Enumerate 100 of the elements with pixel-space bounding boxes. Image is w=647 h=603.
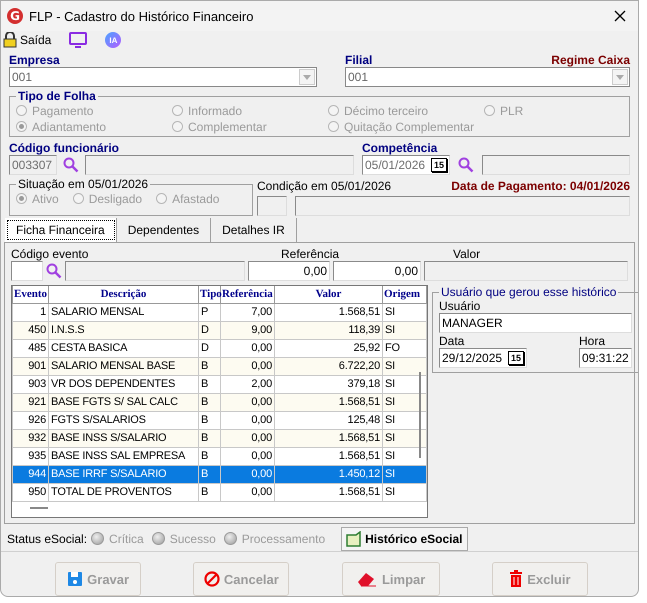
- table-cell[interactable]: 485: [12, 339, 48, 357]
- table-cell[interactable]: D: [198, 339, 220, 357]
- table-cell[interactable]: 9,00: [220, 321, 274, 339]
- table-cell[interactable]: B: [198, 429, 220, 447]
- table-cell[interactable]: 379,18: [274, 375, 382, 393]
- time-field[interactable]: 09:31:22: [579, 348, 632, 368]
- calendar-icon[interactable]: 15: [508, 351, 524, 365]
- table-cell[interactable]: BASE INSS SAL EMPRESA: [48, 447, 198, 465]
- table-cell[interactable]: 903: [12, 375, 48, 393]
- search-icon[interactable]: [458, 157, 474, 173]
- scrollbar-thumb[interactable]: [30, 507, 48, 509]
- table-cell[interactable]: 25,92: [274, 339, 382, 357]
- table-cell[interactable]: B: [198, 393, 220, 411]
- search-icon[interactable]: [46, 263, 62, 279]
- competence-description-field[interactable]: [482, 155, 630, 175]
- exit-button[interactable]: Saída: [3, 32, 52, 48]
- table-cell[interactable]: 926: [12, 411, 48, 429]
- event-code-field[interactable]: [11, 261, 43, 281]
- table-cell[interactable]: CESTA BASICA: [48, 339, 198, 357]
- table-cell[interactable]: 1: [12, 303, 48, 321]
- table-cell[interactable]: 944: [12, 465, 48, 483]
- table-cell[interactable]: 450: [12, 321, 48, 339]
- table-cell[interactable]: 0,00: [220, 393, 274, 411]
- table-cell[interactable]: D: [198, 321, 220, 339]
- value-description-field[interactable]: [424, 261, 628, 281]
- reference-field[interactable]: 0,00: [248, 261, 330, 281]
- table-cell[interactable]: FGTS S/SALARIOS: [48, 411, 198, 429]
- user-field[interactable]: MANAGER: [439, 313, 632, 333]
- date-field[interactable]: 29/12/2025 15: [439, 348, 527, 368]
- table-cell[interactable]: 0,00: [220, 483, 274, 501]
- table-cell[interactable]: B: [198, 483, 220, 501]
- table-cell[interactable]: 0,00: [220, 411, 274, 429]
- table-cell[interactable]: SI: [382, 357, 426, 375]
- table-cell[interactable]: 932: [12, 429, 48, 447]
- table-cell[interactable]: BASE INSS S/SALARIO: [48, 429, 198, 447]
- column-header[interactable]: Descrição: [48, 286, 198, 303]
- scrollbar-thumb[interactable]: [419, 372, 421, 458]
- table-cell[interactable]: P: [198, 303, 220, 321]
- padlock-icon: [3, 32, 17, 48]
- table-cell[interactable]: BASE IRRF S/SALARIO: [48, 465, 198, 483]
- table-cell[interactable]: 0,00: [220, 339, 274, 357]
- company-dropdown[interactable]: 001: [9, 67, 317, 87]
- table-cell[interactable]: SI: [382, 465, 426, 483]
- condition-code-field[interactable]: [257, 196, 287, 216]
- search-icon[interactable]: [63, 157, 79, 173]
- event-description-field[interactable]: [65, 261, 245, 281]
- table-cell[interactable]: 7,00: [220, 303, 274, 321]
- table-cell[interactable]: 1.568,51: [274, 483, 382, 501]
- regime-label: Regime Caixa: [551, 53, 630, 67]
- table-cell[interactable]: B: [198, 447, 220, 465]
- tab[interactable]: Ficha Financeira: [5, 218, 117, 242]
- table-cell[interactable]: 2,00: [220, 375, 274, 393]
- table-cell[interactable]: FO: [382, 339, 426, 357]
- table-cell[interactable]: 118,39: [274, 321, 382, 339]
- table-cell[interactable]: B: [198, 375, 220, 393]
- table-cell[interactable]: SALARIO MENSAL BASE: [48, 357, 198, 375]
- field-label: Referência: [281, 247, 340, 261]
- table-cell[interactable]: 0,00: [220, 429, 274, 447]
- table-cell[interactable]: VR DOS DEPENDENTES: [48, 375, 198, 393]
- esocial-history-button[interactable]: Histórico eSocial: [341, 526, 468, 550]
- table-cell[interactable]: 1.450,12: [274, 465, 382, 483]
- date-field[interactable]: 05/01/2026 15: [362, 155, 450, 175]
- table-cell[interactable]: SI: [382, 447, 426, 465]
- employee-code-field[interactable]: 003307: [9, 155, 57, 175]
- column-header[interactable]: Referência: [220, 286, 274, 303]
- calendar-icon[interactable]: 15: [431, 158, 447, 172]
- table-cell[interactable]: 950: [12, 483, 48, 501]
- table-cell[interactable]: B: [198, 411, 220, 429]
- table-cell[interactable]: B: [198, 465, 220, 483]
- table-cell[interactable]: 901: [12, 357, 48, 375]
- table-cell[interactable]: SI: [382, 483, 426, 501]
- field-label: Código evento: [11, 247, 90, 261]
- table-cell[interactable]: 125,48: [274, 411, 382, 429]
- table-cell[interactable]: TOTAL DE PROVENTOS: [48, 483, 198, 501]
- table-cell[interactable]: 0,00: [220, 447, 274, 465]
- branch-dropdown[interactable]: 001: [345, 67, 630, 87]
- table-cell[interactable]: SALARIO MENSAL: [48, 303, 198, 321]
- column-header[interactable]: Valor: [274, 286, 382, 303]
- table-cell[interactable]: SI: [382, 303, 426, 321]
- employee-name-field[interactable]: [85, 155, 354, 175]
- table-cell[interactable]: B: [198, 357, 220, 375]
- close-icon[interactable]: [614, 10, 626, 22]
- value-field[interactable]: 0,00: [333, 261, 421, 281]
- column-header[interactable]: Origem: [382, 286, 426, 303]
- table-cell[interactable]: 1.568,51: [274, 393, 382, 411]
- column-header[interactable]: Tipo: [198, 286, 220, 303]
- table-cell[interactable]: 1.568,51: [274, 447, 382, 465]
- table-cell[interactable]: 0,00: [220, 357, 274, 375]
- table-cell[interactable]: 935: [12, 447, 48, 465]
- table-cell[interactable]: SI: [382, 321, 426, 339]
- table-cell[interactable]: 0,00: [220, 465, 274, 483]
- condition-description-field[interactable]: [295, 196, 630, 216]
- table-cell[interactable]: I.N.S.S: [48, 321, 198, 339]
- table-cell[interactable]: 6.722,20: [274, 357, 382, 375]
- table-cell[interactable]: 1.568,51: [274, 429, 382, 447]
- monitor-button[interactable]: [69, 32, 88, 48]
- table-cell[interactable]: BASE FGTS S/ SAL CALC: [48, 393, 198, 411]
- table-cell[interactable]: 1.568,51: [274, 303, 382, 321]
- column-header[interactable]: Evento: [12, 286, 48, 303]
- table-cell[interactable]: 921: [12, 393, 48, 411]
